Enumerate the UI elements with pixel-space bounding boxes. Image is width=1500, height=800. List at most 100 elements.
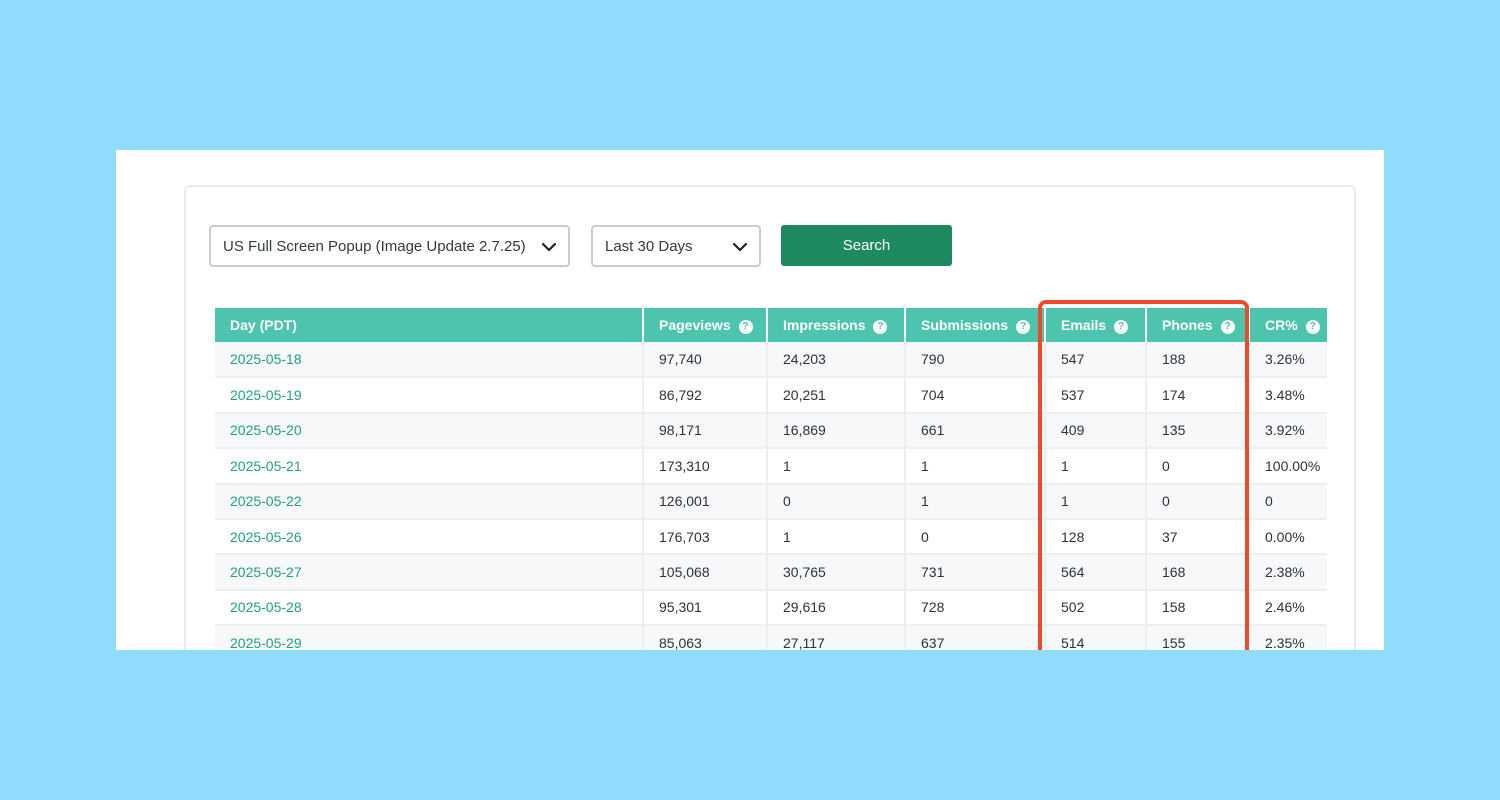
table-cell: 2025-05-29 xyxy=(215,625,643,650)
help-circle-icon[interactable]: ? xyxy=(873,319,888,334)
table-cell: 1 xyxy=(904,483,1045,520)
table-cell: 2025-05-28 xyxy=(215,589,643,627)
table-row: 2025-05-29 85,063 27,117 637 514 155 2.35% xyxy=(215,625,1327,650)
table-cell: 3.48% xyxy=(1248,377,1327,414)
table-cell: 1 xyxy=(766,518,905,556)
table-cell: 37 xyxy=(1145,518,1249,556)
table-cell: 0 xyxy=(904,518,1045,556)
table-cell: 3.92% xyxy=(1248,412,1327,450)
popup-select-value: US Full Screen Popup (Image Update 2.7.2… xyxy=(223,237,526,255)
table-cell: 790 xyxy=(904,342,1045,379)
table-cell: 97,740 xyxy=(642,342,767,379)
table-row: 2025-05-22 126,001 0 1 1 0 0 xyxy=(215,483,1327,520)
table-cell: 128 xyxy=(1044,518,1146,556)
table-cell: 30,765 xyxy=(766,554,905,591)
help-circle-icon[interactable]: ? xyxy=(1114,319,1129,334)
table-cell: 98,171 xyxy=(642,412,767,450)
table-cell: 100.00% xyxy=(1248,448,1327,485)
table-cell: 95,301 xyxy=(642,589,767,627)
table-cell: 0 xyxy=(766,483,905,520)
table-cell: 2025-05-21 xyxy=(215,448,643,485)
table-cell: 126,001 xyxy=(642,483,767,520)
column-header: Pageviews? xyxy=(642,308,767,342)
table-cell: 2025-05-22 xyxy=(215,483,643,520)
date-range-value: Last 30 Days xyxy=(605,237,693,255)
day-link[interactable]: 2025-05-21 xyxy=(230,458,302,474)
help-circle-icon[interactable]: ? xyxy=(1220,319,1235,334)
table-cell: 16,869 xyxy=(766,412,905,450)
table-cell: 514 xyxy=(1044,625,1146,650)
day-link[interactable]: 2025-05-28 xyxy=(230,599,302,615)
table-cell: 1 xyxy=(766,448,905,485)
table-cell: 0.00% xyxy=(1248,518,1327,556)
table-cell: 409 xyxy=(1044,412,1146,450)
column-header: Impressions? xyxy=(766,308,905,342)
table-cell: 2025-05-20 xyxy=(215,412,643,450)
table-cell: 135 xyxy=(1145,412,1249,450)
table-cell: 0 xyxy=(1145,448,1249,485)
table-cell: 2025-05-18 xyxy=(215,342,643,379)
help-circle-icon[interactable]: ? xyxy=(1016,319,1031,334)
table-cell: 537 xyxy=(1044,377,1146,414)
table-cell: 661 xyxy=(904,412,1045,450)
day-link[interactable]: 2025-05-20 xyxy=(230,422,302,438)
day-link[interactable]: 2025-05-29 xyxy=(230,635,302,650)
table-cell: 0 xyxy=(1145,483,1249,520)
table-cell: 2.46% xyxy=(1248,589,1327,627)
day-link[interactable]: 2025-05-18 xyxy=(230,351,302,367)
column-header: Emails? xyxy=(1044,308,1146,342)
table-cell: 547 xyxy=(1044,342,1146,379)
column-header-label: Day (PDT) xyxy=(230,317,297,333)
column-header: Submissions? xyxy=(904,308,1045,342)
table-cell: 2025-05-27 xyxy=(215,554,643,591)
table-cell: 155 xyxy=(1145,625,1249,650)
table-header-row: Day (PDT) Pageviews? Impressions? Submissio… xyxy=(215,308,1327,342)
column-header-label: Submissions xyxy=(921,316,1009,333)
day-link[interactable]: 2025-05-22 xyxy=(230,493,302,509)
column-header-label: CR% xyxy=(1265,316,1298,333)
table-cell: 2025-05-19 xyxy=(215,377,643,414)
chevron-down-icon xyxy=(541,242,557,252)
column-header-label: Impressions xyxy=(783,316,866,333)
table-cell: 1 xyxy=(904,448,1045,485)
table-cell: 174 xyxy=(1145,377,1249,414)
table-cell: 188 xyxy=(1145,342,1249,379)
table-cell: 1 xyxy=(1044,483,1146,520)
column-header-label: Pageviews xyxy=(659,316,731,333)
table-cell: 27,117 xyxy=(766,625,905,650)
day-link[interactable]: 2025-05-19 xyxy=(230,387,302,403)
stats-table: Day (PDT) Pageviews? Impressions? Submissio… xyxy=(215,308,1327,650)
table-row: 2025-05-26 176,703 1 0 128 37 0.00% xyxy=(215,518,1327,556)
table-cell: 24,203 xyxy=(766,342,905,379)
table-cell: 731 xyxy=(904,554,1045,591)
table-cell: 502 xyxy=(1044,589,1146,627)
date-range-select[interactable]: Last 30 Days xyxy=(591,225,761,267)
table-row: 2025-05-27 105,068 30,765 731 564 168 2.38% xyxy=(215,554,1327,591)
table-cell: 176,703 xyxy=(642,518,767,556)
table-cell: 1 xyxy=(1044,448,1146,485)
popup-select[interactable]: US Full Screen Popup (Image Update 2.7.2… xyxy=(209,225,570,267)
table-row: 2025-05-20 98,171 16,869 661 409 135 3.92% xyxy=(215,412,1327,450)
table-cell: 105,068 xyxy=(642,554,767,591)
table-cell: 2.35% xyxy=(1248,625,1327,650)
table-cell: 704 xyxy=(904,377,1045,414)
column-header: Phones? xyxy=(1145,308,1249,342)
table-cell: 20,251 xyxy=(766,377,905,414)
table-cell: 0 xyxy=(1248,483,1327,520)
table-cell: 2.38% xyxy=(1248,554,1327,591)
table-cell: 173,310 xyxy=(642,448,767,485)
help-circle-icon[interactable]: ? xyxy=(738,319,753,334)
table-cell: 85,063 xyxy=(642,625,767,650)
table-cell: 564 xyxy=(1044,554,1146,591)
table-body: 2025-05-18 97,740 24,203 790 547 188 3.26% 2025… xyxy=(215,342,1327,650)
table-cell: 637 xyxy=(904,625,1045,650)
day-link[interactable]: 2025-05-27 xyxy=(230,564,302,580)
help-circle-icon[interactable]: ? xyxy=(1305,319,1320,334)
table-cell: 86,792 xyxy=(642,377,767,414)
screenshot-frame: US Full Screen Popup (Image Update 2.7.2… xyxy=(116,150,1384,650)
table-row: 2025-05-28 95,301 29,616 728 502 158 2.46% xyxy=(215,589,1327,627)
column-header-label: Emails xyxy=(1061,316,1107,333)
day-link[interactable]: 2025-05-26 xyxy=(230,529,302,545)
search-button[interactable]: Search xyxy=(781,225,952,266)
table-cell: 168 xyxy=(1145,554,1249,591)
